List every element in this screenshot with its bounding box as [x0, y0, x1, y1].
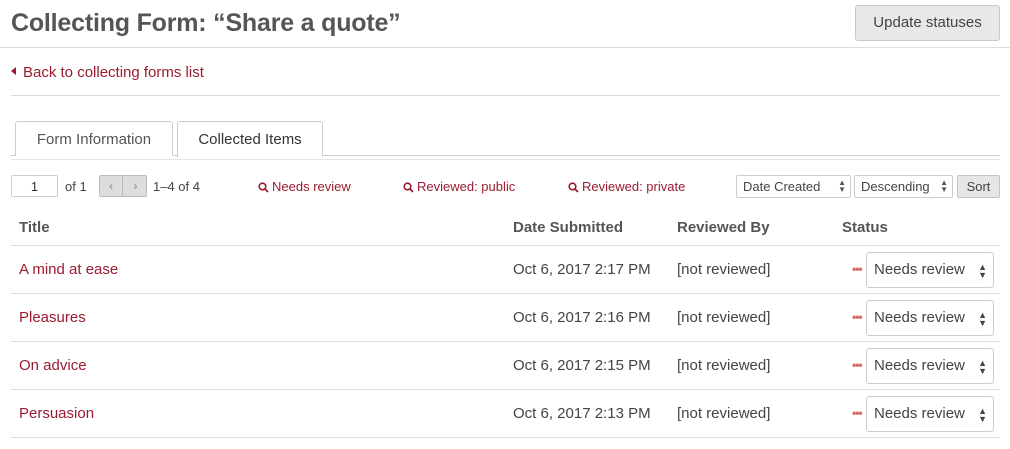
result-range-label: 1–4 of 4 — [153, 179, 200, 194]
sort-direction-select[interactable]: Descending ▲ ▼ — [854, 175, 953, 198]
page-header: Collecting Form: “Share a quote” Update … — [0, 0, 1010, 48]
select-arrows-icon: ▲ ▼ — [978, 358, 987, 376]
table-header: Title Date Submitted Reviewed By Status — [11, 208, 1000, 246]
page-count-label: of 1 — [65, 179, 87, 194]
select-arrows-icon: ▲ ▼ — [838, 178, 846, 194]
status-value: Needs review — [874, 357, 965, 374]
collected-items-table: Title Date Submitted Reviewed By Status … — [11, 208, 1000, 438]
back-link-label: Back to collecting forms list — [23, 64, 204, 81]
status-select[interactable]: Needs review ▲ ▼ — [866, 252, 994, 288]
status-value: Needs review — [874, 309, 965, 326]
date-submitted: Oct 6, 2017 2:17 PM — [513, 261, 651, 278]
status-value: Needs review — [874, 261, 965, 278]
status-indicator-icon: ••• — [852, 310, 863, 324]
reviewed-by: [not reviewed] — [677, 405, 771, 422]
tabs-border-lower — [11, 159, 1000, 160]
date-submitted: Oct 6, 2017 2:13 PM — [513, 405, 651, 422]
filter-reviewed-private[interactable]: Reviewed: private — [568, 179, 685, 194]
table-row: Pleasures Oct 6, 2017 2:16 PM [not revie… — [11, 294, 1000, 342]
sort-direction-value: Descending — [861, 179, 930, 194]
item-title-link[interactable]: On advice — [19, 357, 87, 374]
update-statuses-button[interactable]: Update statuses — [855, 5, 1000, 41]
status-indicator-icon: ••• — [852, 358, 863, 372]
reviewed-by: [not reviewed] — [677, 309, 771, 326]
column-header-date-submitted[interactable]: Date Submitted — [513, 219, 623, 236]
sort-field-select[interactable]: Date Created ▲ ▼ — [736, 175, 851, 198]
page-title: Collecting Form: “Share a quote” — [11, 9, 401, 37]
reviewed-by: [not reviewed] — [677, 357, 771, 374]
search-icon — [258, 182, 269, 193]
sort-field-value: Date Created — [743, 179, 821, 194]
filter-reviewed-public[interactable]: Reviewed: public — [403, 179, 515, 194]
filter-label: Needs review — [272, 179, 351, 194]
select-arrows-icon: ▲ ▼ — [940, 178, 948, 194]
status-select[interactable]: Needs review ▲ ▼ — [866, 348, 994, 384]
divider — [11, 95, 1000, 96]
status-indicator-icon: ••• — [852, 262, 863, 276]
select-arrows-icon: ▲ ▼ — [978, 310, 987, 328]
item-title-link[interactable]: Persuasion — [19, 405, 94, 422]
status-indicator-icon: ••• — [852, 406, 863, 420]
back-link[interactable]: Back to collecting forms list — [11, 64, 204, 81]
column-header-reviewed-by[interactable]: Reviewed By — [677, 219, 770, 236]
filter-needs-review[interactable]: Needs review — [258, 179, 351, 194]
date-submitted: Oct 6, 2017 2:16 PM — [513, 309, 651, 326]
column-header-title[interactable]: Title — [19, 219, 50, 236]
search-icon — [403, 182, 414, 193]
select-arrows-icon: ▲ ▼ — [978, 406, 987, 424]
page-number-input[interactable] — [11, 175, 58, 197]
date-submitted: Oct 6, 2017 2:15 PM — [513, 357, 651, 374]
filter-label: Reviewed: private — [582, 179, 686, 194]
list-toolbar: of 1 ‹ › 1–4 of 4 Needs review Reviewed:… — [0, 175, 1010, 199]
status-select[interactable]: Needs review ▲ ▼ — [866, 300, 994, 336]
column-header-status[interactable]: Status — [842, 219, 888, 236]
table-row: A mind at ease Oct 6, 2017 2:17 PM [not … — [11, 246, 1000, 294]
pager: ‹ › — [99, 175, 147, 197]
sort-button[interactable]: Sort — [957, 175, 1000, 198]
item-title-link[interactable]: A mind at ease — [19, 261, 118, 278]
tab-collected-items[interactable]: Collected Items — [177, 121, 323, 157]
table-row: Persuasion Oct 6, 2017 2:13 PM [not revi… — [11, 390, 1000, 438]
select-arrows-icon: ▲ ▼ — [978, 262, 987, 280]
search-icon — [568, 182, 579, 193]
chevron-left-icon[interactable]: ‹ — [100, 176, 123, 196]
caret-left-icon — [11, 67, 16, 76]
item-title-link[interactable]: Pleasures — [19, 309, 86, 326]
table-row: On advice Oct 6, 2017 2:15 PM [not revie… — [11, 342, 1000, 390]
chevron-right-icon[interactable]: › — [124, 176, 147, 196]
filter-label: Reviewed: public — [417, 179, 516, 194]
tab-form-information[interactable]: Form Information — [15, 121, 173, 156]
reviewed-by: [not reviewed] — [677, 261, 771, 278]
status-value: Needs review — [874, 405, 965, 422]
status-select[interactable]: Needs review ▲ ▼ — [866, 396, 994, 432]
